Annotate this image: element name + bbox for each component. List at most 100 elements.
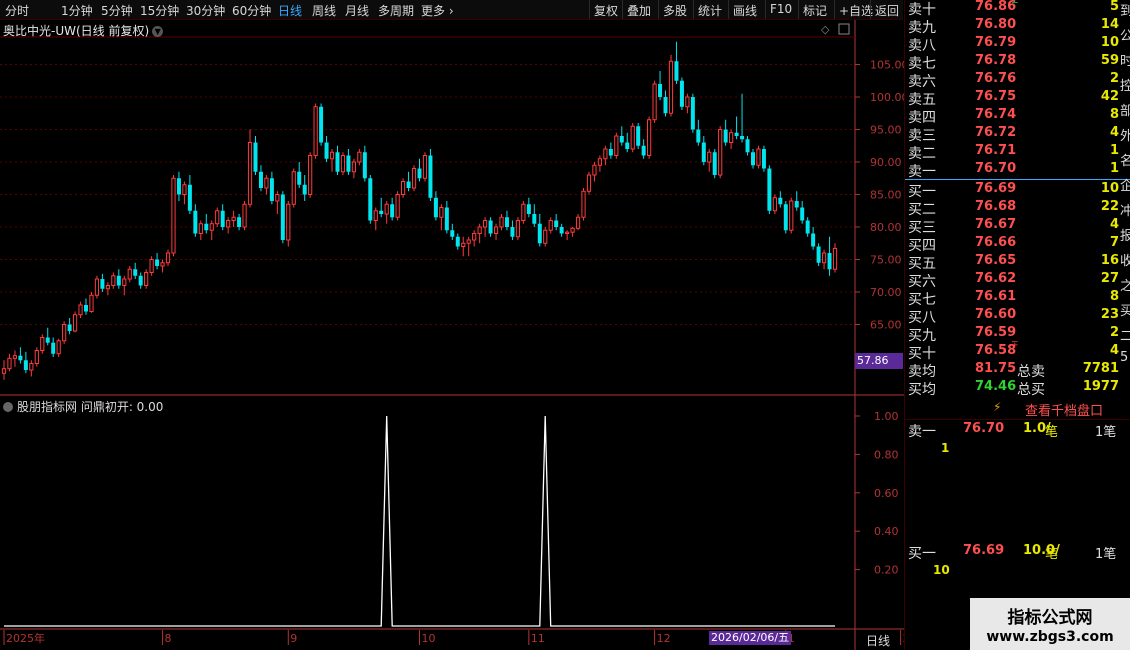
side-strip-char[interactable]: 冲 [1120, 200, 1130, 219]
toolbar-action-6[interactable]: 标记 [803, 2, 827, 19]
diamond-icon[interactable]: ◇ [821, 23, 830, 36]
indicator-menu-icon[interactable] [3, 402, 13, 412]
bid-row[interactable]: 买十 76.58 ∓ 4 [905, 340, 1130, 362]
bid-row[interactable]: 买七 76.61 8 [905, 289, 1130, 308]
period-tab-7[interactable]: 周线 [312, 2, 336, 19]
candle-body [422, 155, 428, 179]
candle-body [477, 226, 482, 234]
candle-body [242, 203, 247, 228]
period-tab-10[interactable]: 更多 › [421, 2, 454, 19]
chevron-down-icon[interactable]: ▼ [152, 26, 164, 37]
period-tab-2[interactable]: 5分钟 [101, 2, 133, 19]
bid-row[interactable]: 买一 76.69 10 [905, 181, 1130, 200]
period-tab-1[interactable]: 1分钟 [61, 2, 93, 19]
period-tab-8[interactable]: 月线 [345, 2, 369, 19]
indicator-title[interactable]: 股朋指标网 问鼎初开: 0.00 [3, 398, 163, 415]
ask-row[interactable]: 卖七 76.78 59 [905, 53, 1130, 72]
orderbook-price: 76.58 [975, 343, 1017, 358]
ask-row[interactable]: 卖六 76.76 2 [905, 71, 1130, 90]
orderbook-price: 76.78 [975, 53, 1017, 68]
period-tab-9[interactable]: 多周期 [378, 2, 414, 19]
bid-row[interactable]: 买五 76.65 16 [905, 253, 1130, 272]
candle-body [51, 342, 56, 354]
candle-body [7, 357, 12, 370]
trade-price: 76.70 [963, 421, 1005, 436]
period-tab-3[interactable]: 15分钟 [140, 2, 179, 19]
candle-body [100, 279, 105, 289]
side-strip-char[interactable]: 收 [1120, 250, 1130, 269]
toolbar-action-7[interactable]: +自选 [839, 2, 873, 19]
side-strip-char[interactable]: 5 [1120, 350, 1128, 365]
chart-canvas[interactable]: 65.00 70.00 75.00 80.00 85.00 90.00 95.00 100.0… [0, 0, 904, 650]
side-strip-char[interactable]: 控 [1120, 75, 1130, 94]
candle-body [761, 149, 766, 169]
bid-row[interactable]: 买八 76.60 23 [905, 307, 1130, 326]
trade-count: 1笔 [1095, 425, 1117, 440]
candle-body [729, 132, 734, 143]
bid-row[interactable]: 买二 76.68 22 [905, 199, 1130, 218]
side-strip-char[interactable]: 二 [1120, 325, 1130, 344]
orderbook-level-label: 买七 [908, 292, 936, 308]
side-strip-char[interactable]: 外 [1120, 125, 1130, 144]
toolbar-action-8[interactable]: 返回 [875, 2, 899, 19]
side-news-strip[interactable]: 到公时控部外名企冲报收之买二 5 [1120, 0, 1130, 390]
ask-row[interactable]: 卖八 76.79 10 [905, 35, 1130, 54]
period-tab-6[interactable]: 日线 [278, 2, 302, 19]
candle-body [712, 152, 717, 175]
side-strip-char[interactable]: 部 [1120, 100, 1130, 119]
side-strip-char[interactable]: 企 [1120, 175, 1130, 194]
orderbook-level-label: 买二 [908, 202, 936, 218]
side-strip-char[interactable]: 时 [1120, 50, 1130, 69]
orderbook-level-label: 卖一 [908, 164, 936, 180]
sell1-trade-row[interactable]: 卖一 76.70 1.0/笔 1笔 [905, 421, 1130, 440]
candle-body [351, 161, 356, 173]
candle-body [215, 210, 220, 225]
candle-body [1, 368, 7, 374]
time-tick-label: 8 [165, 632, 172, 645]
bid-row[interactable]: 买三 76.67 4 [905, 217, 1130, 236]
side-strip-char[interactable]: 报 [1120, 225, 1130, 244]
candle-body [679, 80, 684, 107]
ask-row[interactable]: 卖十 76.86 ±5 [905, 0, 1130, 18]
period-tab-4[interactable]: 30分钟 [186, 2, 225, 19]
ask-row[interactable]: 卖二 76.71 1 [905, 143, 1130, 162]
period-label[interactable]: 日线 [866, 632, 890, 649]
toolbar-action-0[interactable]: 复权 [594, 2, 618, 19]
period-tab-5[interactable]: 60分钟 [232, 2, 271, 19]
side-strip-char[interactable]: 买 [1120, 300, 1130, 319]
view-depth-link[interactable]: 查看千档盘口 [1025, 400, 1103, 419]
orderbook-price: 76.68 [975, 199, 1017, 214]
candle-body [811, 233, 816, 247]
ask-row[interactable]: 卖三 76.72 4 [905, 125, 1130, 144]
candle-body [696, 129, 701, 143]
window-icon[interactable] [838, 23, 850, 35]
toolbar-action-1[interactable]: 叠加 [627, 2, 651, 19]
orderbook-panel: 卖十 76.86 ±5 卖九 76.80 14 卖八 76.79 10 卖七 76.78 59 卖六 76… [904, 0, 1130, 650]
ask-row[interactable]: 卖五 76.75 42 [905, 89, 1130, 108]
ask-row[interactable]: 卖四 76.74 8 [905, 107, 1130, 126]
buy1-trade-row[interactable]: 买一 76.69 10.0/笔 1笔 [905, 543, 1130, 562]
candle-body [34, 350, 39, 364]
period-tab-0[interactable]: 分时 [5, 2, 29, 19]
toolbar-action-5[interactable]: F10 [770, 2, 792, 16]
orderbook-price: 76.80 [975, 17, 1017, 32]
ask-row[interactable]: 卖一 76.70 1 [905, 161, 1130, 180]
orderbook-volume: 42 [1100, 89, 1119, 104]
price-tick-label: 90.00 [870, 156, 902, 169]
candle-body [608, 149, 613, 156]
side-strip-char[interactable]: 公 [1120, 25, 1130, 44]
side-strip-char[interactable]: 到 [1120, 0, 1130, 19]
toolbar-action-3[interactable]: 统计 [698, 2, 722, 19]
toolbar-action-4[interactable]: 画线 [733, 2, 757, 19]
bid-row[interactable]: 买四 76.66 7 [905, 235, 1130, 254]
chart-title[interactable]: 奥比中光-UW(日线 前复权) ▼ [3, 22, 164, 39]
bid-row[interactable]: 买六 76.62 27 [905, 271, 1130, 290]
toolbar-action-2[interactable]: 多股 [663, 2, 687, 19]
side-strip-char[interactable]: 名 [1120, 150, 1130, 169]
candle-body [89, 294, 94, 312]
ask-row[interactable]: 卖九 76.80 14 [905, 17, 1130, 36]
price-tick-label: 100.00 [870, 91, 904, 104]
candle-body [291, 171, 296, 205]
price-tick-label: 105.00 [870, 59, 904, 72]
side-strip-char[interactable]: 之 [1120, 275, 1130, 294]
